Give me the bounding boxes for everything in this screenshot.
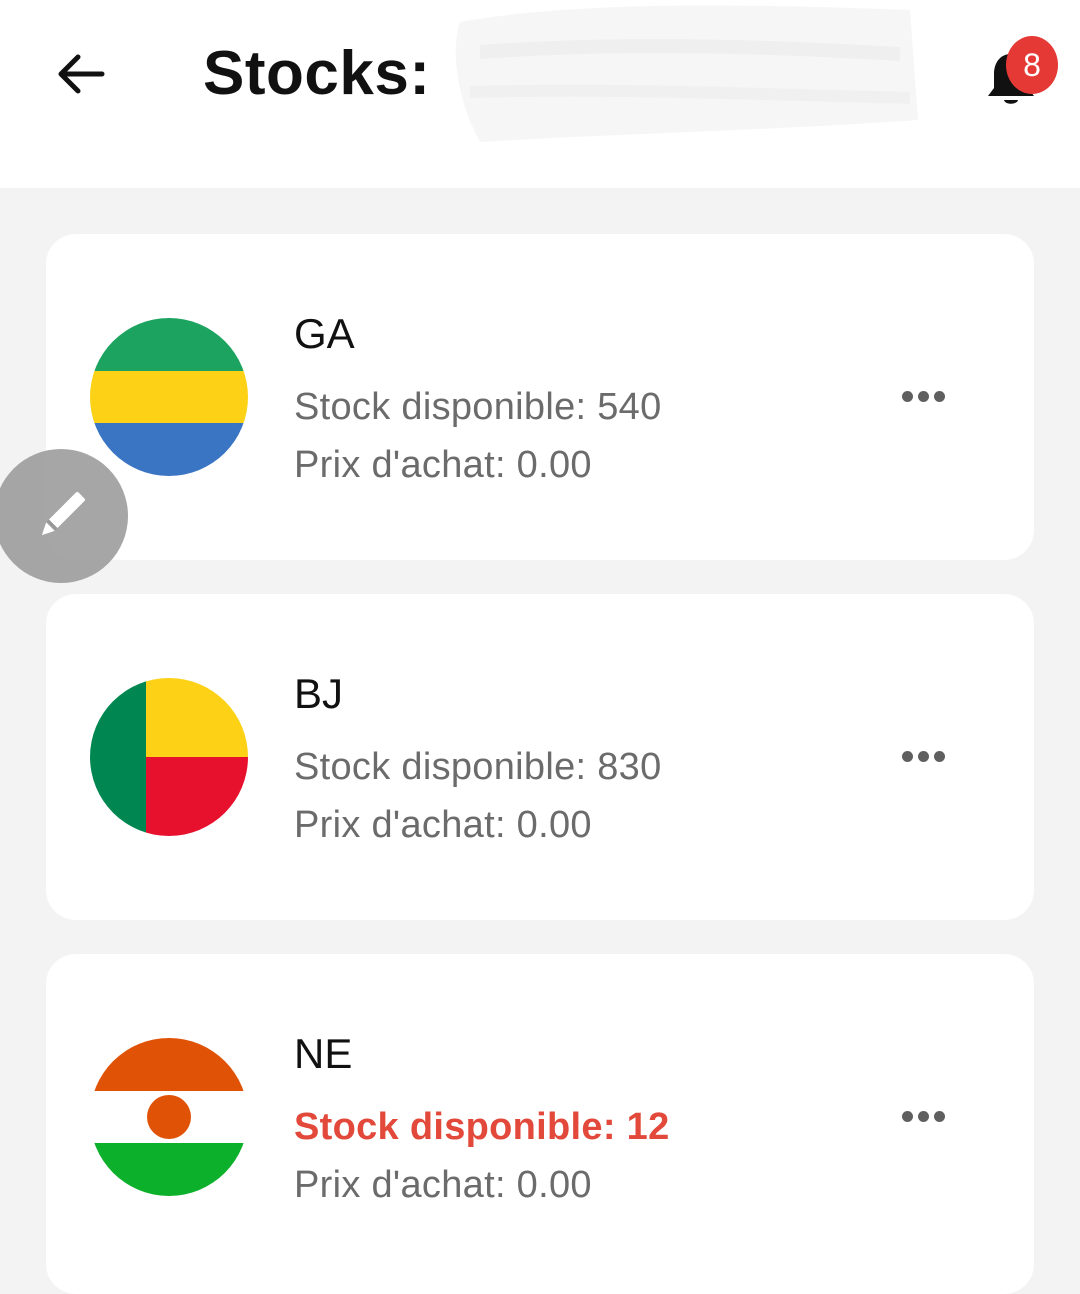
purchase-price: Prix d'achat: 0.00	[294, 444, 592, 486]
stock-available-low: Stock disponible: 12	[294, 1106, 670, 1148]
edit-fab-button[interactable]	[0, 449, 128, 583]
stock-card-ne[interactable]: NE Stock disponible: 12 Prix d'achat: 0.…	[46, 954, 1034, 1294]
more-dot	[901, 750, 913, 762]
page-title: Stocks:	[203, 39, 431, 108]
stock-card-ga[interactable]: GA Stock disponible: 540 Prix d'achat: 0…	[46, 234, 1034, 560]
stock-available: Stock disponible: 540	[294, 386, 662, 428]
country-code: NE	[294, 1030, 353, 1077]
stock-available: Stock disponible: 830	[294, 746, 662, 788]
more-options-button[interactable]	[892, 376, 954, 416]
purchase-price: Prix d'achat: 0.00	[294, 804, 592, 846]
more-dot	[917, 1110, 929, 1122]
more-dot	[933, 1110, 945, 1122]
country-code: BJ	[294, 670, 344, 717]
more-dot	[917, 750, 929, 762]
country-code: GA	[294, 310, 355, 357]
stock-list: GA Stock disponible: 540 Prix d'achat: 0…	[0, 0, 1080, 1294]
gabon-flag-icon	[90, 318, 248, 476]
pencil-icon	[41, 492, 85, 536]
more-dot	[917, 390, 929, 402]
benin-flag-icon	[90, 678, 248, 836]
more-dot	[933, 390, 945, 402]
more-options-button[interactable]	[892, 736, 954, 776]
redacted-area	[455, 5, 918, 142]
niger-flag-icon	[90, 1038, 248, 1196]
arrow-left-icon	[58, 54, 105, 94]
more-options-button[interactable]	[892, 1096, 954, 1136]
more-dot	[901, 1110, 913, 1122]
purchase-price: Prix d'achat: 0.00	[294, 1164, 592, 1206]
back-button[interactable]	[48, 42, 112, 106]
more-dot	[933, 750, 945, 762]
more-dot	[901, 390, 913, 402]
notification-badge: 8	[1006, 36, 1058, 94]
stock-card-bj[interactable]: BJ Stock disponible: 830 Prix d'achat: 0…	[46, 594, 1034, 920]
app-bar: Stocks: 8	[0, 0, 1080, 188]
